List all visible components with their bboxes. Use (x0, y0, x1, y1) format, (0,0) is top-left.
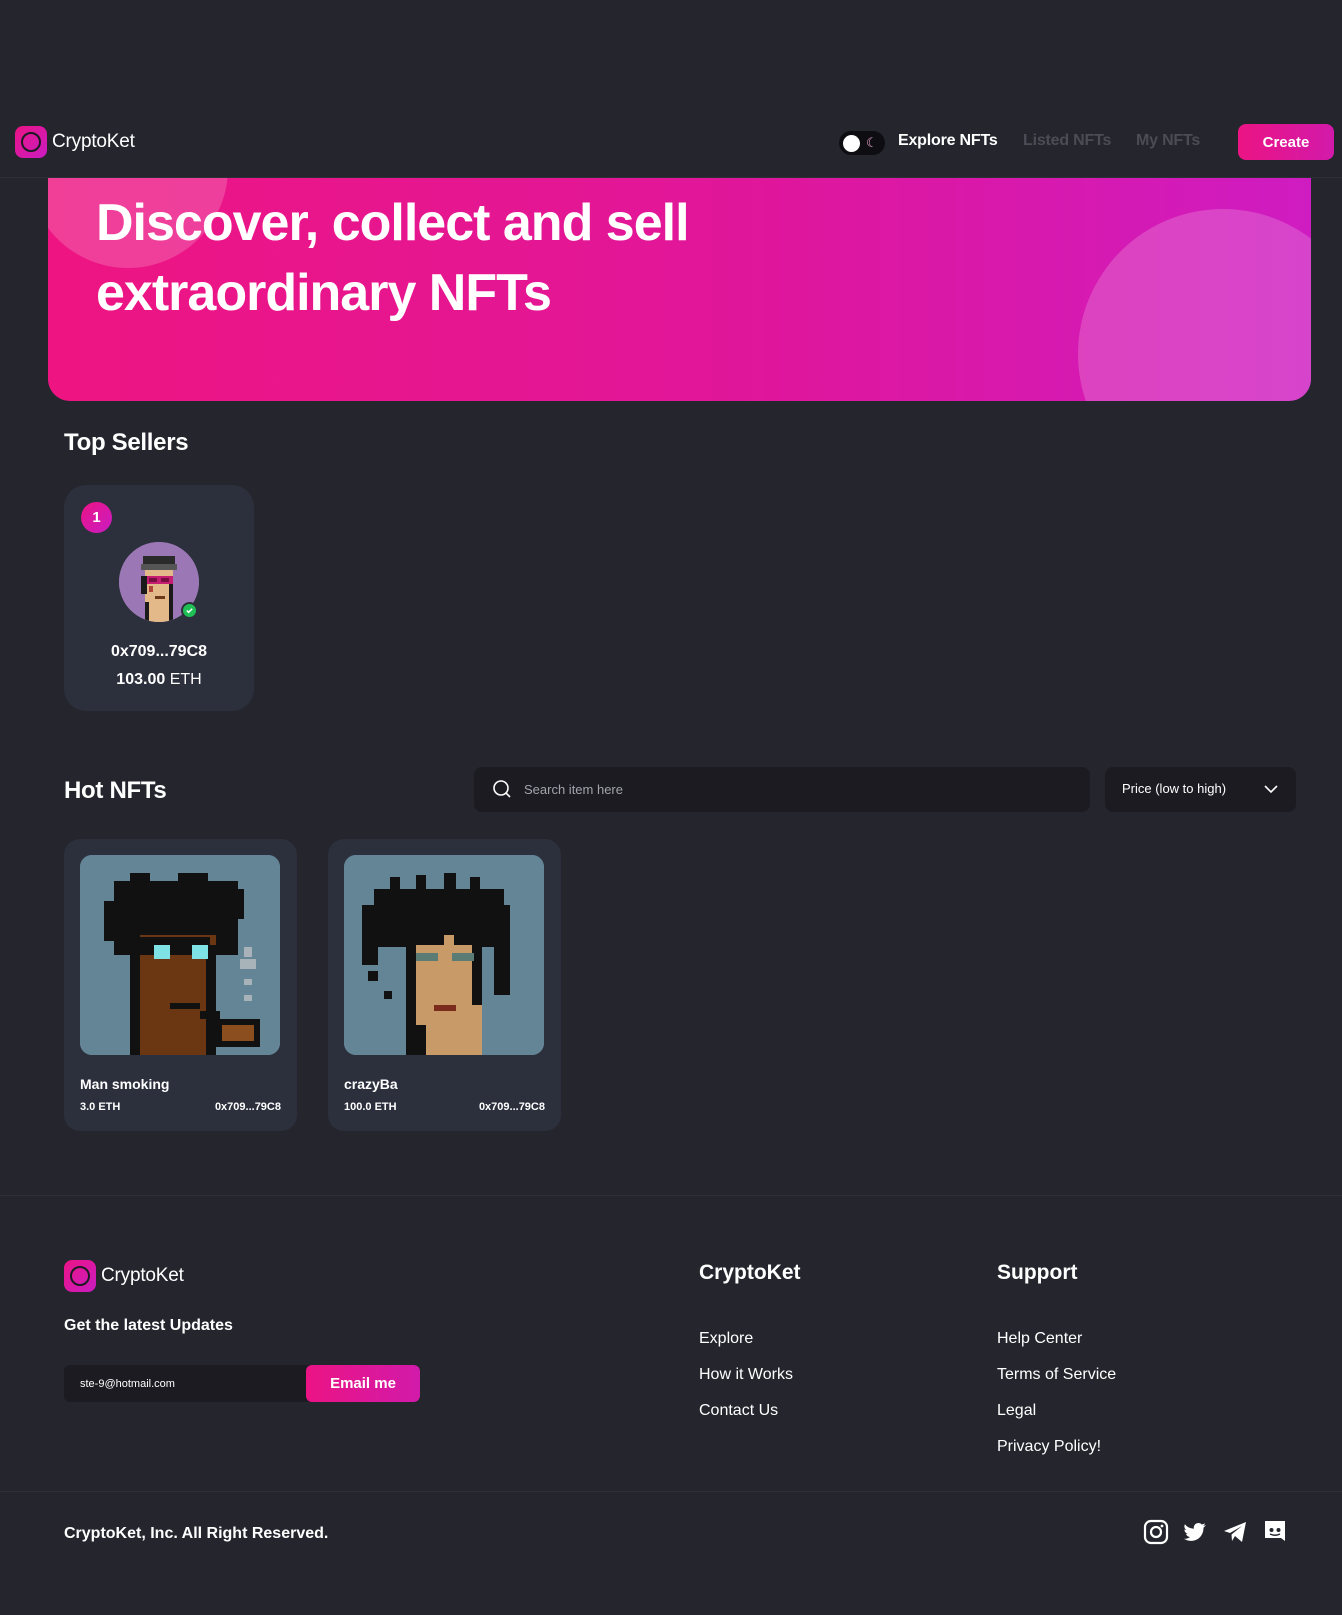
hero-title-line1: Discover, collect and sell (96, 194, 690, 252)
nav-explore-nfts[interactable]: Explore NFTs (898, 132, 998, 150)
footer-link-contact-us[interactable]: Contact Us (699, 1402, 778, 1420)
nft-owner: 0x709...79C8 (478, 1101, 545, 1113)
chevron-down-icon (1264, 785, 1278, 794)
nft-card[interactable]: crazyBa 100.0 ETH 0x709...79C8 (328, 839, 561, 1131)
footer-link-privacy-policy[interactable]: Privacy Policy! (997, 1438, 1101, 1456)
nav-listed-nfts[interactable]: Listed NFTs (1023, 132, 1111, 150)
search-input[interactable] (524, 767, 1064, 812)
nav-my-nfts[interactable]: My NFTs (1136, 132, 1200, 150)
newsletter-form: Email me (64, 1365, 420, 1402)
moon-icon: ☾ (866, 135, 878, 150)
telegram-icon[interactable] (1222, 1519, 1248, 1545)
nft-name: Man smoking (80, 1076, 170, 1092)
hero-banner: Discover, collect and sell extraordinary… (48, 178, 1311, 401)
footer-link-terms[interactable]: Terms of Service (997, 1366, 1116, 1384)
verified-icon (181, 602, 198, 619)
nft-price: 3.0 ETH (80, 1101, 121, 1113)
create-button[interactable]: Create (1238, 124, 1334, 160)
search-icon (493, 780, 511, 798)
logo-icon (15, 126, 47, 158)
footer-col-title-cryptoket: CryptoKet (699, 1261, 801, 1284)
footer-brand-name: CryptoKet (101, 1265, 184, 1286)
seller-amount-currency: ETH (169, 671, 202, 688)
nft-price: 100.0 ETH (344, 1101, 397, 1113)
toggle-knob (843, 135, 860, 152)
footer-link-explore[interactable]: Explore (699, 1330, 753, 1348)
footer-divider (0, 1491, 1342, 1492)
sort-dropdown[interactable]: Price (low to high) (1105, 767, 1296, 812)
navbar: CryptoKet ☾ Explore NFTs Listed NFTs My … (0, 119, 1342, 178)
seller-address: 0x709...79C8 (110, 643, 208, 660)
nft-owner: 0x709...79C8 (214, 1101, 281, 1113)
nft-image (344, 855, 544, 1055)
brand-logo[interactable]: CryptoKet (15, 126, 135, 158)
seller-card[interactable]: 1 0x709...79C8 103.00 ETH (64, 485, 254, 711)
theme-toggle[interactable]: ☾ (839, 131, 885, 155)
footer-link-legal[interactable]: Legal (997, 1402, 1036, 1420)
footer-logo[interactable]: CryptoKet (64, 1260, 184, 1292)
footer-col-title-support: Support (997, 1261, 1078, 1284)
search-bar (474, 767, 1090, 812)
hero-title: Discover, collect and sell extraordinary… (96, 188, 796, 328)
seller-amount: 103.00 ETH (64, 671, 254, 689)
footer-link-help-center[interactable]: Help Center (997, 1330, 1082, 1348)
hero-title-line2: extraordinary NFTs (96, 264, 552, 322)
nft-card[interactable]: Man smoking 3.0 ETH 0x709...79C8 (64, 839, 297, 1131)
footer-link-how-it-works[interactable]: How it Works (699, 1366, 793, 1384)
nft-image (80, 855, 280, 1055)
twitter-icon[interactable] (1182, 1519, 1208, 1545)
sort-selected-label: Price (low to high) (1122, 781, 1227, 796)
copyright-text: CryptoKet, Inc. All Right Reserved. (64, 1525, 329, 1542)
logo-icon (64, 1260, 96, 1292)
email-me-button[interactable]: Email me (306, 1365, 420, 1402)
email-field[interactable] (80, 1365, 300, 1402)
hot-nfts-title: Hot NFTs (64, 777, 167, 804)
updates-title: Get the latest Updates (64, 1317, 233, 1334)
brand-name: CryptoKet (52, 131, 135, 152)
nft-name: crazyBa (344, 1076, 398, 1092)
footer-divider (0, 1195, 1342, 1196)
decorative-circle (1078, 209, 1311, 401)
rank-badge: 1 (81, 502, 112, 533)
seller-amount-value: 103.00 (116, 671, 166, 688)
top-sellers-title: Top Sellers (64, 429, 189, 456)
discord-icon[interactable] (1262, 1519, 1288, 1545)
instagram-icon[interactable] (1143, 1519, 1169, 1545)
